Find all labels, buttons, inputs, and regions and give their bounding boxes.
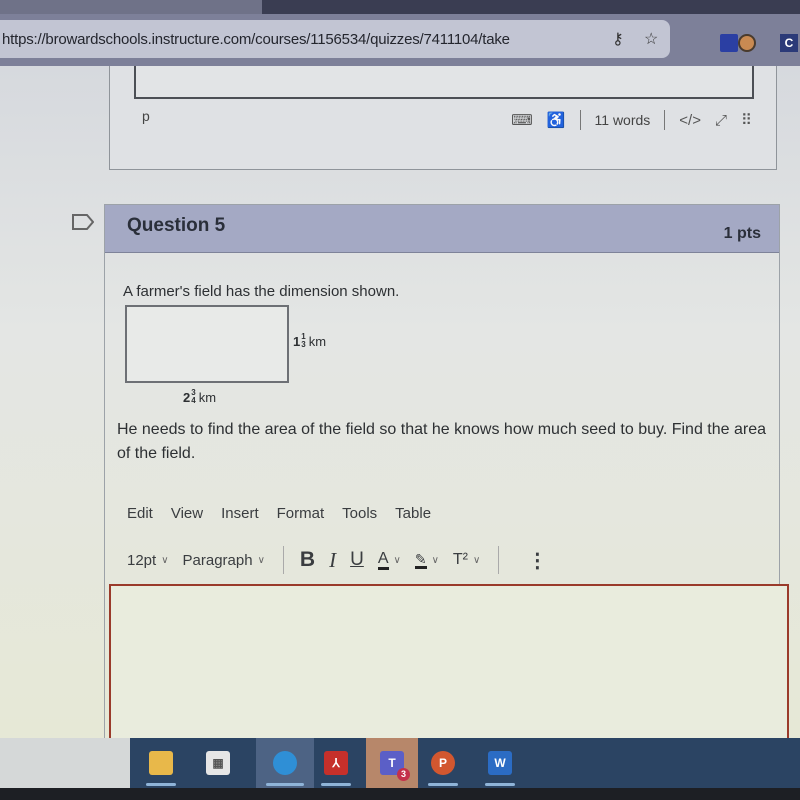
- menu-tools[interactable]: Tools: [342, 505, 377, 522]
- extension-c-icon[interactable]: C: [780, 34, 798, 52]
- chevron-down-icon: ∨: [473, 554, 481, 566]
- accessibility-icon[interactable]: ♿: [547, 111, 566, 129]
- edge-icon: [273, 751, 297, 775]
- font-size-select[interactable]: 12pt ∨: [127, 552, 169, 569]
- question-card: Question 5 1 pts A farmer's field has th…: [104, 204, 789, 754]
- taskbar-file-explorer[interactable]: [140, 738, 182, 788]
- field-rectangle-figure: [125, 305, 289, 383]
- taskbar-powerpoint[interactable]: P: [422, 738, 464, 788]
- extension-clock-icon[interactable]: [738, 34, 756, 52]
- browser-toolbar: https://browardschools.instructure.com/c…: [0, 14, 800, 66]
- divider: [664, 110, 666, 130]
- editor-menubar: Edit View Insert Format Tools Table: [127, 505, 431, 522]
- question-header: Question 5 1 pts: [105, 205, 779, 253]
- chevron-down-icon: ∨: [431, 554, 439, 566]
- url-text[interactable]: https://browardschools.instructure.com/c…: [2, 31, 510, 48]
- divider: [498, 546, 500, 574]
- browser-tab-strip: [0, 0, 800, 14]
- font-color-icon: A: [377, 550, 389, 570]
- html-code-icon[interactable]: </>: [679, 112, 701, 129]
- menu-edit[interactable]: Edit: [127, 505, 153, 522]
- quiz-page: p ⌨ ♿ 11 words </> ⤢ ⠿ Question 5 1 pts …: [0, 66, 800, 754]
- browser-tab[interactable]: [0, 0, 262, 14]
- element-path[interactable]: p: [142, 108, 150, 124]
- divider: [579, 110, 581, 130]
- previous-answer-editor: p ⌨ ♿ 11 words </> ⤢ ⠿: [109, 66, 777, 170]
- favorite-star-icon[interactable]: ☆: [644, 29, 658, 49]
- question-body: A farmer's field has the dimension shown…: [105, 253, 789, 754]
- underline-button[interactable]: U: [350, 549, 364, 571]
- store-bag-icon: ▦: [206, 751, 230, 775]
- italic-button[interactable]: I: [329, 548, 336, 573]
- menu-table[interactable]: Table: [395, 505, 431, 522]
- powerpoint-icon: P: [431, 751, 455, 775]
- taskbar-edge[interactable]: [256, 738, 314, 788]
- taskbar-acrobat[interactable]: ⅄: [315, 738, 357, 788]
- folder-icon: [149, 751, 173, 775]
- menu-format[interactable]: Format: [277, 505, 325, 522]
- more-options-icon[interactable]: ⋮: [527, 548, 547, 573]
- block-format-select[interactable]: Paragraph ∨: [183, 552, 265, 569]
- drag-handle-icon[interactable]: ⠿: [741, 111, 752, 129]
- taskbar-teams[interactable]: T 3: [366, 738, 418, 788]
- taskbar-blank: [0, 738, 130, 788]
- chevron-down-icon: ∨: [393, 554, 401, 566]
- field-height-label: 1 13 km: [293, 332, 327, 349]
- bold-button[interactable]: B: [300, 548, 315, 572]
- acrobat-icon: ⅄: [324, 751, 348, 775]
- highlighter-icon: ✎: [414, 550, 427, 569]
- question-prompt: He needs to find the area of the field s…: [117, 421, 766, 462]
- question-intro: A farmer's field has the dimension shown…: [123, 283, 400, 300]
- answer-editor[interactable]: [109, 584, 789, 754]
- question-points: 1 pts: [723, 225, 761, 242]
- key-icon[interactable]: ⚷: [612, 29, 624, 49]
- notification-badge: 3: [397, 768, 410, 781]
- divider: [282, 546, 284, 574]
- screen-bezel: [0, 788, 800, 800]
- superscript-button[interactable]: T² ∨: [453, 551, 480, 569]
- question-title: Question 5: [127, 215, 226, 236]
- taskbar-store[interactable]: ▦: [197, 738, 239, 788]
- word-count[interactable]: 11 words: [595, 112, 651, 128]
- menu-view[interactable]: View: [171, 505, 203, 522]
- windows-taskbar: ▦ ⅄ T 3 P W: [0, 738, 800, 788]
- fullscreen-icon[interactable]: ⤢: [715, 112, 727, 129]
- previous-editor-content[interactable]: [134, 66, 754, 99]
- menu-insert[interactable]: Insert: [221, 505, 259, 522]
- editor-toolbar: 12pt ∨ Paragraph ∨ B I U A ∨ ✎ ∨ T² ∨ ⋮: [127, 546, 547, 574]
- teams-icon: T 3: [380, 751, 410, 781]
- field-width-label: 2 34 km: [183, 388, 217, 405]
- keyboard-icon[interactable]: ⌨: [511, 111, 533, 129]
- chevron-down-icon: ∨: [257, 554, 265, 566]
- address-bar[interactable]: https://browardschools.instructure.com/c…: [0, 20, 670, 58]
- chevron-down-icon: ∨: [161, 554, 169, 566]
- flag-question-icon[interactable]: [72, 214, 94, 230]
- editor-status-bar: ⌨ ♿ 11 words </> ⤢ ⠿: [511, 110, 752, 130]
- highlight-color-button[interactable]: ✎ ∨: [414, 550, 439, 569]
- extension-blue-icon[interactable]: [720, 34, 738, 52]
- word-icon: W: [488, 751, 512, 775]
- font-color-button[interactable]: A ∨: [377, 550, 401, 570]
- taskbar-word[interactable]: W: [479, 738, 521, 788]
